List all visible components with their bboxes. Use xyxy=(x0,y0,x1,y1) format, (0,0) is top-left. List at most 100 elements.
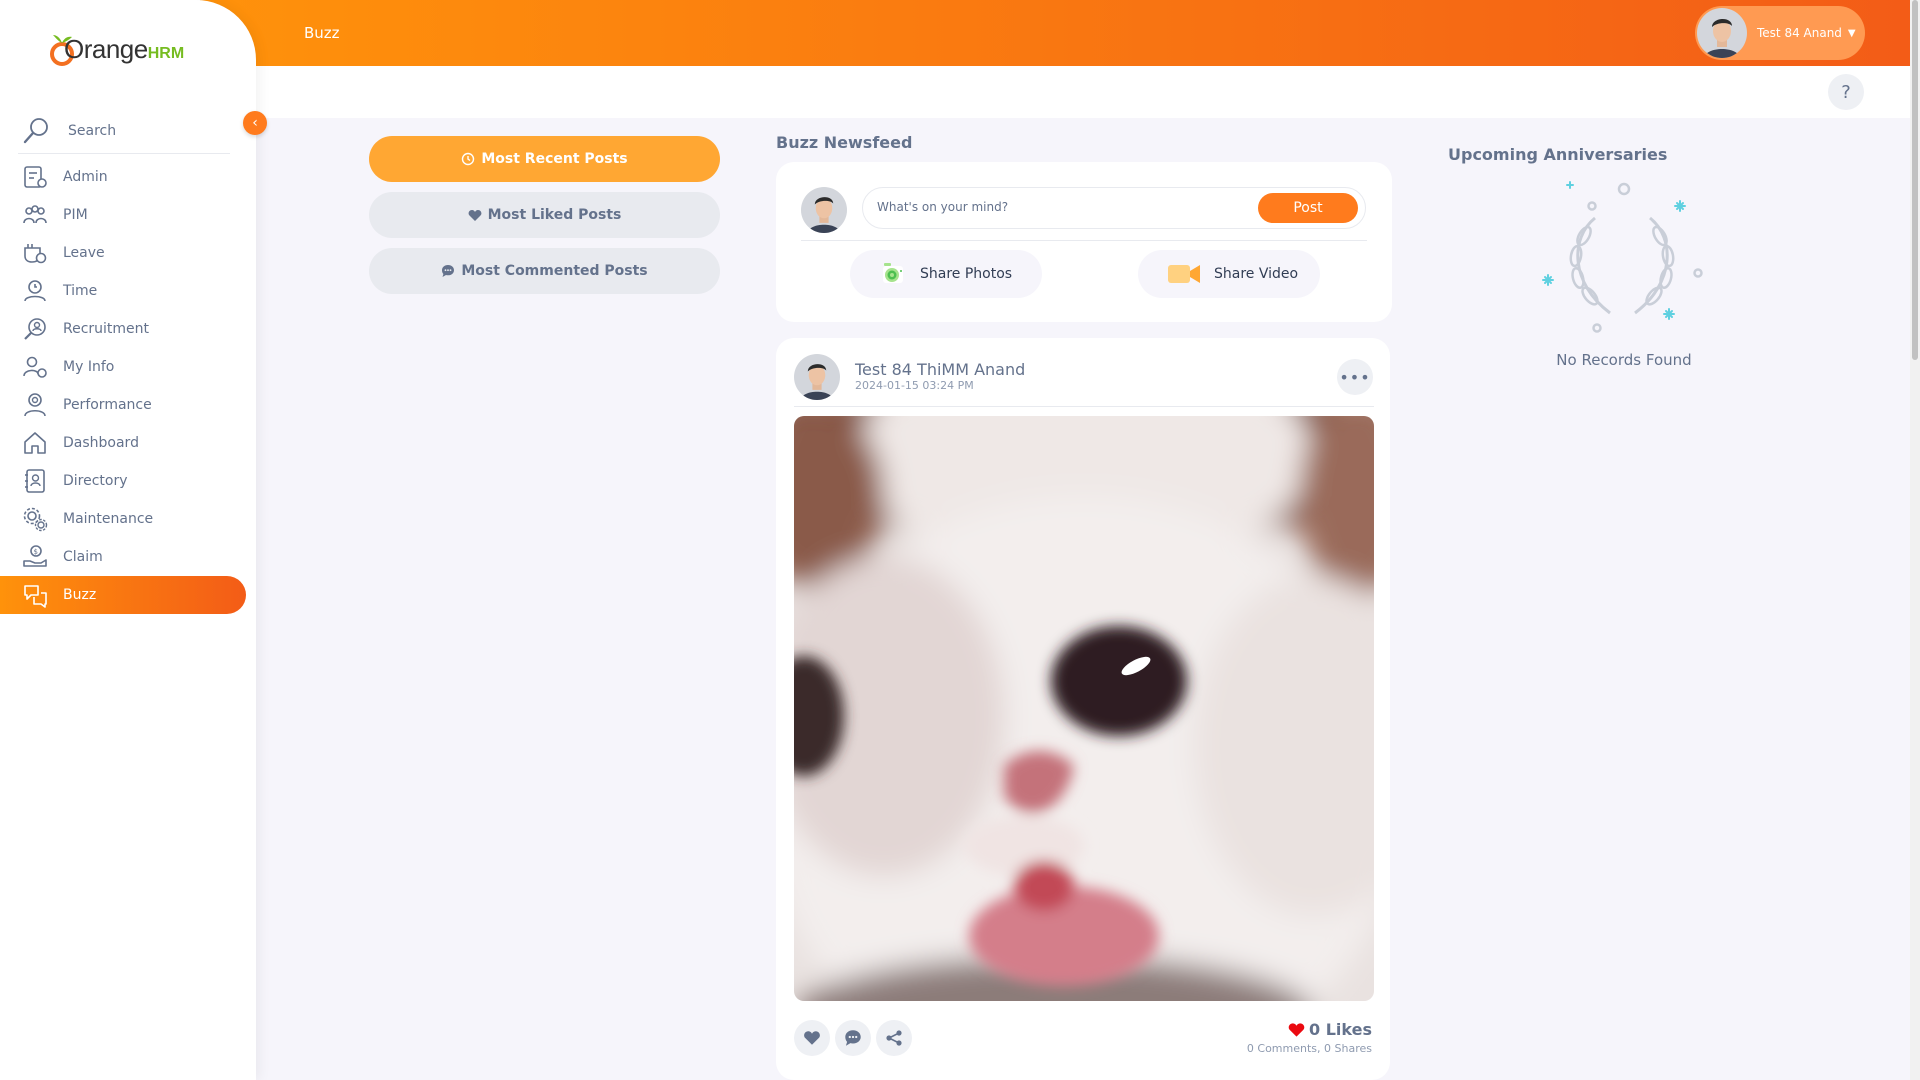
heart-icon xyxy=(804,1031,820,1045)
sidebar-item-leave[interactable]: Leave xyxy=(0,234,256,272)
comments-count[interactable]: 0 Comments xyxy=(1247,1042,1317,1055)
sidebar-item-label: PIM xyxy=(63,207,88,223)
camera-icon xyxy=(880,261,906,287)
sidebar: OrangeHRM Admin PIM Leave Time Recruitme… xyxy=(0,0,256,1080)
create-post-card: Post Share Photos Share Video xyxy=(776,162,1392,322)
sidebar-item-performance[interactable]: Performance xyxy=(0,386,256,424)
sidebar-item-label: Buzz xyxy=(63,587,97,603)
main-menu: Admin PIM Leave Time Recruitment My Info… xyxy=(0,158,256,614)
most-commented-posts-button[interactable]: Most Commented Posts xyxy=(369,248,720,294)
post-author-avatar[interactable] xyxy=(794,354,840,400)
my-info-icon xyxy=(23,356,47,378)
no-records-message: No Records Found xyxy=(1556,351,1692,369)
page-title: Buzz xyxy=(304,24,340,42)
divider xyxy=(801,240,1367,241)
recruitment-icon xyxy=(24,318,46,340)
user-menu-button[interactable]: Test 84 Anand ▼ xyxy=(1695,6,1865,60)
filter-label: Most Liked Posts xyxy=(487,207,622,223)
share-button[interactable] xyxy=(876,1020,912,1056)
like-button[interactable] xyxy=(794,1020,830,1056)
likes-label: 0 Likes xyxy=(1309,1020,1372,1039)
user-avatar xyxy=(1697,8,1747,58)
share-icon xyxy=(886,1030,902,1046)
more-horizontal-icon: ••• xyxy=(1339,367,1371,387)
avatar-image xyxy=(801,187,847,233)
sidebar-item-admin[interactable]: Admin xyxy=(0,158,256,196)
sidebar-item-label: Admin xyxy=(63,169,108,185)
video-camera-icon xyxy=(1168,264,1200,284)
chevron-left-icon: ‹ xyxy=(252,115,258,131)
sidebar-item-recruitment[interactable]: Recruitment xyxy=(0,310,256,348)
share-photos-button[interactable]: Share Photos xyxy=(850,250,1042,298)
user-name: Test 84 Anand xyxy=(1757,26,1842,40)
sidebar-search xyxy=(18,108,230,154)
caret-down-icon: ▼ xyxy=(1847,27,1856,39)
post-stats: 0 Comments, 0 Shares xyxy=(1246,1042,1372,1055)
admin-icon xyxy=(24,166,47,188)
sidebar-item-label: Dashboard xyxy=(63,435,139,451)
page-scrollbar-thumb[interactable] xyxy=(1912,0,1918,360)
sidebar-item-my-info[interactable]: My Info xyxy=(0,348,256,386)
sub-header-bar: ? xyxy=(200,66,1910,118)
shares-count[interactable]: 0 Shares xyxy=(1324,1042,1372,1055)
post-author-name: Test 84 ThiMM Anand xyxy=(855,360,1026,379)
help-button[interactable]: ? xyxy=(1828,74,1864,110)
sidebar-item-label: Directory xyxy=(63,473,128,489)
divider xyxy=(794,406,1374,407)
sidebar-item-claim[interactable]: $ Claim xyxy=(0,538,256,576)
svg-text:$: $ xyxy=(34,548,38,556)
sidebar-item-directory[interactable]: Directory xyxy=(0,462,256,500)
post-button[interactable]: Post xyxy=(1258,193,1358,223)
dashboard-icon xyxy=(24,432,46,454)
post-timestamp: 2024-01-15 03:24 PM xyxy=(855,379,974,392)
sidebar-item-label: Claim xyxy=(63,549,103,565)
pim-icon xyxy=(23,205,47,224)
most-recent-posts-button[interactable]: Most Recent Posts xyxy=(369,136,720,182)
sidebar-item-pim[interactable]: PIM xyxy=(0,196,256,234)
comment-button[interactable] xyxy=(835,1020,871,1056)
sidebar-item-label: My Info xyxy=(63,359,115,375)
sidebar-item-label: Maintenance xyxy=(63,511,154,527)
post-filters: Most Recent Posts Most Liked Posts Most … xyxy=(369,136,720,304)
claim-icon: $ xyxy=(23,545,47,567)
heart-icon xyxy=(468,209,482,222)
heart-filled-icon xyxy=(1288,1022,1305,1038)
sidebar-item-label: Time xyxy=(63,283,98,299)
top-bar: Buzz Test 84 Anand ▼ xyxy=(200,0,1910,66)
post-card: Test 84 ThiMM Anand 2024-01-15 03:24 PM … xyxy=(776,338,1390,1080)
filter-label: Most Recent Posts xyxy=(481,151,628,167)
clock-icon xyxy=(461,152,475,166)
sidebar-item-maintenance[interactable]: Maintenance xyxy=(0,500,256,538)
time-icon xyxy=(24,280,46,302)
post-options-button[interactable]: ••• xyxy=(1337,359,1373,395)
avatar-image xyxy=(1697,8,1747,58)
sidebar-item-dashboard[interactable]: Dashboard xyxy=(0,424,256,462)
sidebar-item-label: Performance xyxy=(63,397,152,413)
likes-count: 0 Likes xyxy=(1288,1020,1372,1039)
sidebar-search-input[interactable] xyxy=(66,121,216,140)
share-photos-label: Share Photos xyxy=(920,266,1013,282)
logo-text-orange: Orange xyxy=(64,34,148,64)
sidebar-item-label: Leave xyxy=(63,245,105,261)
sidebar-item-label: Recruitment xyxy=(63,321,150,337)
buzz-icon xyxy=(24,585,47,608)
post-composer-input[interactable] xyxy=(875,199,1235,215)
share-video-button[interactable]: Share Video xyxy=(1138,250,1320,298)
orangehrm-logo[interactable]: OrangeHRM xyxy=(48,30,184,70)
avatar-image xyxy=(794,354,840,400)
cat-photo xyxy=(794,416,1374,1001)
most-liked-posts-button[interactable]: Most Liked Posts xyxy=(369,192,720,238)
newsfeed-title: Buzz Newsfeed xyxy=(776,133,913,152)
post-image[interactable] xyxy=(794,416,1374,1001)
sidebar-item-buzz[interactable]: Buzz xyxy=(0,576,246,614)
comment-icon xyxy=(441,264,455,278)
comment-icon xyxy=(845,1030,861,1046)
laurel-wreath-icon xyxy=(1542,181,1703,333)
sidebar-item-time[interactable]: Time xyxy=(0,272,256,310)
leave-icon xyxy=(24,244,47,264)
collapse-sidebar-button[interactable]: ‹ xyxy=(243,111,267,135)
logo-text-hrm: HRM xyxy=(147,45,185,62)
share-video-label: Share Video xyxy=(1214,266,1299,282)
directory-icon xyxy=(25,469,45,493)
upcoming-anniversaries-title: Upcoming Anniversaries xyxy=(1448,145,1668,164)
